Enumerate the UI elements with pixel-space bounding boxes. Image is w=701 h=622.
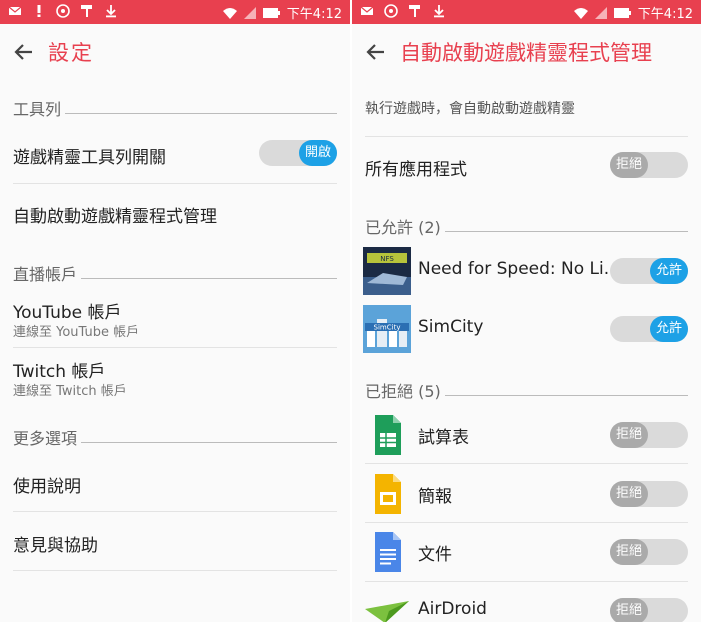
mail-icon (360, 6, 374, 15)
section-label: 直播帳戶 (13, 265, 78, 284)
section-header-allowed: 已允許 (2) (365, 214, 688, 238)
twitch-account-subtitle: 連線至 Twitch 帳戶 (13, 384, 127, 399)
twitch-account-item[interactable]: Twitch 帳戶 (13, 357, 105, 382)
app-toggle[interactable]: 允許 (610, 258, 688, 284)
toggle-knob: 拒絕 (610, 422, 648, 448)
all-apps-label: 所有應用程式 (365, 160, 467, 180)
auto-launch-panel: 下午4:12 自動啟動遊戲精靈程式管理 執行遊戲時，會自動啟動遊戲精靈 所有應用… (352, 0, 701, 622)
status-time: 下午4:12 (286, 7, 342, 22)
svg-text:NFS: NFS (380, 255, 394, 263)
app-bar: 設定 (0, 24, 350, 80)
game-genie-icon (384, 4, 398, 18)
toggle-knob: 允許 (650, 316, 688, 342)
app-name: Need for Speed: No Li.. (418, 259, 615, 279)
app-row: 簡報 拒絕 (352, 465, 701, 523)
app-toggle[interactable]: 拒絕 (610, 598, 688, 622)
battery-icon (262, 7, 280, 18)
back-arrow-icon[interactable] (364, 40, 388, 64)
app-row: AirDroid 拒絕 (352, 582, 701, 622)
need-for-speed-icon: NFS (363, 247, 411, 295)
status-time: 下午4:12 (637, 7, 693, 22)
toggle-knob: 允許 (650, 258, 688, 284)
status-bar: 下午4:12 (0, 0, 350, 24)
section-header-denied: 已拒絕 (5) (365, 378, 688, 402)
signal-icon (594, 6, 607, 19)
mail-icon (8, 6, 22, 15)
app-row: 試算表 拒絕 (352, 406, 701, 464)
app-toggle[interactable]: 拒絕 (610, 481, 688, 507)
paint-roller-icon (409, 5, 420, 17)
app-toggle[interactable]: 允許 (610, 316, 688, 342)
toggle-knob: 拒絕 (610, 539, 648, 565)
app-row: SimCity SimCity 允許 (352, 300, 701, 358)
download-icon (106, 5, 116, 18)
page-title: 設定 (48, 41, 94, 65)
toggle-knob: 拒絕 (610, 598, 648, 622)
app-name: AirDroid (418, 599, 487, 619)
toggle-knob: 開啟 (299, 140, 337, 166)
section-header-streaming: 直播帳戶 (13, 261, 337, 285)
paint-roller-icon (81, 5, 92, 17)
section-label: 已允許 (2) (365, 218, 441, 237)
app-toggle[interactable]: 拒絕 (610, 422, 688, 448)
download-icon (434, 5, 444, 18)
toggle-knob: 拒絕 (610, 152, 648, 178)
section-label: 工具列 (13, 100, 62, 119)
slides-icon (375, 474, 401, 514)
wifi-icon (573, 7, 588, 19)
warning-icon (37, 5, 41, 17)
section-header-toolbar: 工具列 (13, 96, 337, 120)
youtube-account-subtitle: 連線至 YouTube 帳戶 (13, 325, 140, 340)
youtube-account-item[interactable]: YouTube 帳戶 (13, 298, 122, 323)
section-header-more: 更多選項 (13, 425, 337, 449)
section-label: 更多選項 (13, 429, 78, 448)
app-toggle[interactable]: 拒絕 (610, 539, 688, 565)
toolbar-switch-toggle[interactable]: 開啟 (259, 140, 337, 166)
feedback-item[interactable]: 意見與協助 (13, 531, 98, 556)
app-row: NFS Need for Speed: No Li.. 允許 (352, 242, 701, 300)
battery-icon (613, 7, 631, 18)
app-bar: 自動啟動遊戲精靈程式管理 (352, 24, 701, 80)
all-apps-toggle[interactable]: 拒絕 (610, 152, 688, 178)
game-genie-icon (56, 4, 70, 18)
app-name: SimCity (418, 317, 484, 337)
svg-text:SimCity: SimCity (374, 324, 401, 332)
app-name: 試算表 (418, 428, 469, 448)
section-label: 已拒絕 (5) (365, 382, 441, 401)
toggle-knob: 拒絕 (610, 481, 648, 507)
app-row: 文件 拒絕 (352, 523, 701, 582)
app-name: 文件 (418, 545, 452, 565)
description-text: 執行遊戲時，會自動啟動遊戲精靈 (365, 101, 575, 117)
simcity-icon: SimCity (363, 305, 411, 353)
page-title: 自動啟動遊戲精靈程式管理 (400, 41, 652, 65)
sheets-icon (375, 415, 401, 455)
airdroid-icon (365, 601, 409, 622)
back-arrow-icon[interactable] (12, 40, 36, 64)
toolbar-switch-label: 遊戲精靈工具列開關 (13, 148, 166, 168)
help-item[interactable]: 使用說明 (13, 472, 81, 497)
docs-icon (375, 532, 401, 572)
wifi-icon (222, 7, 237, 19)
settings-panel: 下午4:12 設定 工具列 遊戲精靈工具列開關 開啟 自動啟動遊戲精靈程式管理 … (0, 0, 350, 622)
app-name: 簡報 (418, 487, 452, 507)
signal-icon (243, 6, 256, 19)
status-bar: 下午4:12 (352, 0, 701, 24)
auto-launch-manager-item[interactable]: 自動啟動遊戲精靈程式管理 (13, 202, 217, 227)
